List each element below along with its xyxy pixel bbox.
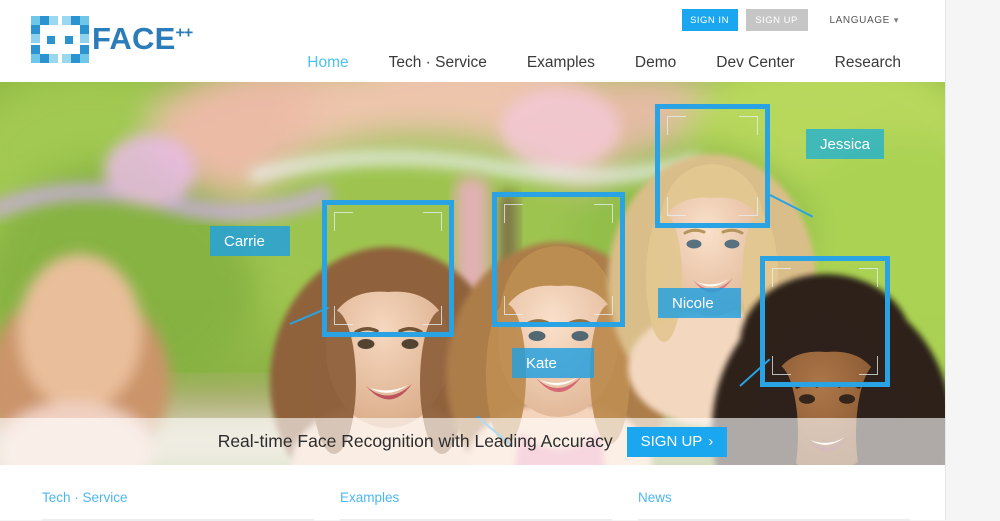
nav-item-home[interactable]: Home	[307, 54, 348, 72]
nav-item-tech-service[interactable]: Tech · Service	[389, 54, 487, 72]
column-tech-service: Tech · Service	[42, 489, 314, 521]
face-box-brackets	[667, 116, 758, 216]
face-tag-jessica[interactable]: Jessica	[806, 129, 885, 159]
top-actions: SIGN IN SIGN UP LANGUAGE ▾	[681, 8, 900, 32]
hero-sign-up-button[interactable]: SIGN UP ›	[626, 426, 728, 457]
column-heading-tech-service[interactable]: Tech · Service	[42, 490, 128, 505]
hero-caption-text: Real-time Face Recognition with Leading …	[217, 431, 613, 451]
face-box-brackets	[334, 212, 442, 325]
hero-banner: Carrie Kate Jessica Nicole Real-time Fac…	[0, 82, 945, 465]
sign-up-button[interactable]: SIGN UP	[745, 9, 808, 31]
sign-in-button[interactable]: SIGN IN	[681, 9, 738, 31]
face-box-carrie[interactable]	[322, 200, 454, 337]
face-tag-nicole[interactable]: Nicole	[658, 288, 741, 318]
face-tag-carrie[interactable]: Carrie	[210, 226, 290, 256]
face-box-nicole[interactable]	[760, 256, 890, 387]
face-box-brackets	[504, 204, 613, 315]
nav-item-research[interactable]: Research	[835, 54, 901, 72]
content-columns: Tech · Service Examples News	[0, 465, 945, 521]
language-label: LANGUAGE	[829, 14, 890, 26]
page-gutter	[945, 0, 1000, 520]
brand-superscript: ++	[175, 24, 193, 42]
site-header: FACE++ SIGN IN SIGN UP LANGUAGE ▾ Home T…	[0, 0, 945, 82]
nav-item-dev-center[interactable]: Dev Center	[716, 54, 794, 72]
nav-item-demo[interactable]: Demo	[635, 54, 676, 72]
column-examples: Examples	[340, 489, 612, 521]
hero-sign-up-label: SIGN UP	[640, 433, 703, 450]
main-navigation: Home Tech · Service Examples Demo Dev Ce…	[307, 54, 901, 72]
face-box-kate[interactable]	[492, 192, 625, 327]
column-heading-examples[interactable]: Examples	[340, 490, 399, 505]
face-tag-kate[interactable]: Kate	[512, 348, 594, 378]
chevron-right-icon: ›	[708, 433, 714, 450]
chevron-down-icon: ▾	[893, 14, 899, 25]
language-selector[interactable]: LANGUAGE ▾	[830, 15, 900, 26]
column-news: News	[638, 489, 910, 521]
brand-name: FACE	[92, 21, 176, 56]
site-canvas: FACE++ SIGN IN SIGN UP LANGUAGE ▾ Home T…	[0, 0, 945, 521]
faceplusplus-logo-icon[interactable]	[31, 14, 89, 66]
nav-item-examples[interactable]: Examples	[527, 54, 595, 72]
face-box-brackets	[772, 268, 878, 375]
column-heading-news[interactable]: News	[638, 490, 672, 505]
face-box-jessica[interactable]	[655, 104, 770, 228]
hero-caption-bar: Real-time Face Recognition with Leading …	[0, 418, 945, 465]
brand-wordmark[interactable]: FACE++	[92, 21, 193, 56]
page-root: FACE++ SIGN IN SIGN UP LANGUAGE ▾ Home T…	[0, 0, 1000, 521]
